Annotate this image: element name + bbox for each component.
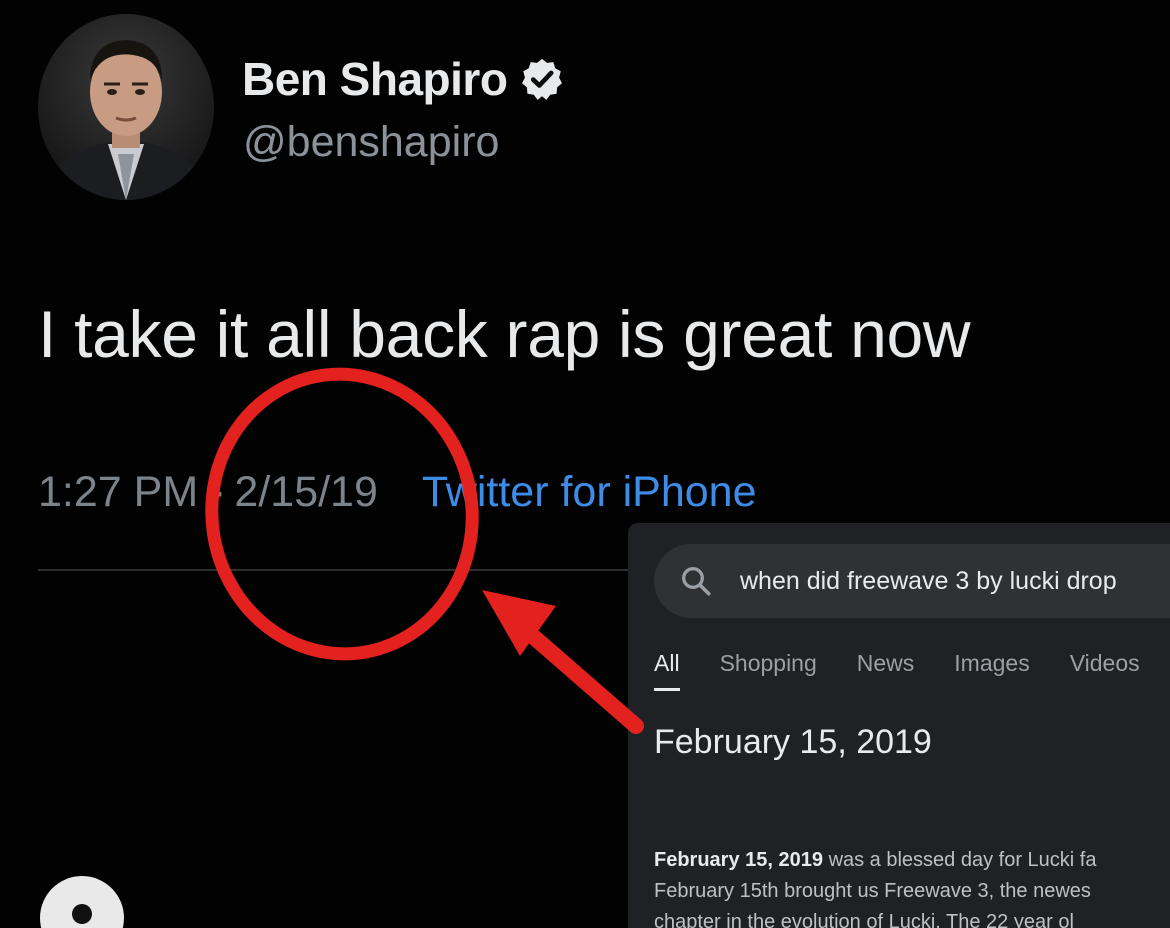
screenshot: Ben Shapiro @benshapiro I take it all ba… xyxy=(0,0,1170,928)
tab-all[interactable]: All xyxy=(654,650,680,693)
tweet-divider xyxy=(38,569,638,571)
user-handle[interactable]: @benshapiro xyxy=(243,118,499,167)
display-name[interactable]: Ben Shapiro xyxy=(242,52,508,106)
verified-badge-icon xyxy=(522,58,563,100)
snippet-highlight: February 15, 2019 xyxy=(654,849,823,871)
tweet-time[interactable]: 1:27 PM xyxy=(38,468,198,516)
person-icon xyxy=(72,904,92,924)
tab-images[interactable]: Images xyxy=(954,650,1029,693)
profile-photo-icon xyxy=(38,14,214,200)
search-bar[interactable] xyxy=(654,544,1170,618)
search-tabs: All Shopping News Images Videos xyxy=(654,650,1140,693)
display-name-row[interactable]: Ben Shapiro xyxy=(242,52,565,106)
profile-avatar[interactable] xyxy=(38,14,214,200)
google-search-result-panel: All Shopping News Images Videos February… xyxy=(628,523,1170,928)
tweet-date[interactable]: 2/15/19 xyxy=(234,468,377,516)
tweet-client-link[interactable]: Twitter for iPhone xyxy=(422,468,757,516)
snippet-line-1: February 15, 2019 was a blessed day for … xyxy=(654,845,1170,876)
search-input[interactable] xyxy=(740,564,1170,598)
snippet-line-2: February 15th brought us Freewave 3, the… xyxy=(654,880,1091,902)
featured-answer: February 15, 2019 xyxy=(654,723,932,761)
metadata-separator: · xyxy=(212,468,227,516)
account-icon[interactable] xyxy=(40,876,124,928)
answer-snippet: February 15, 2019 was a blessed day for … xyxy=(654,845,1170,928)
tab-news[interactable]: News xyxy=(857,650,915,693)
magnifier-icon[interactable] xyxy=(678,563,714,599)
tab-videos[interactable]: Videos xyxy=(1070,650,1140,693)
tab-shopping[interactable]: Shopping xyxy=(720,650,817,693)
tweet-text: I take it all back rap is great now xyxy=(38,297,971,371)
snippet-line-3: chapter in the evolution of Lucki. The 2… xyxy=(654,911,1074,928)
snippet-line-1-rest: was a blessed day for Lucki fa xyxy=(828,849,1097,871)
tweet-metadata: 1:27 PM · 2/15/19 Twitter for iPhone xyxy=(38,468,756,517)
annotation-arrow xyxy=(482,590,644,734)
